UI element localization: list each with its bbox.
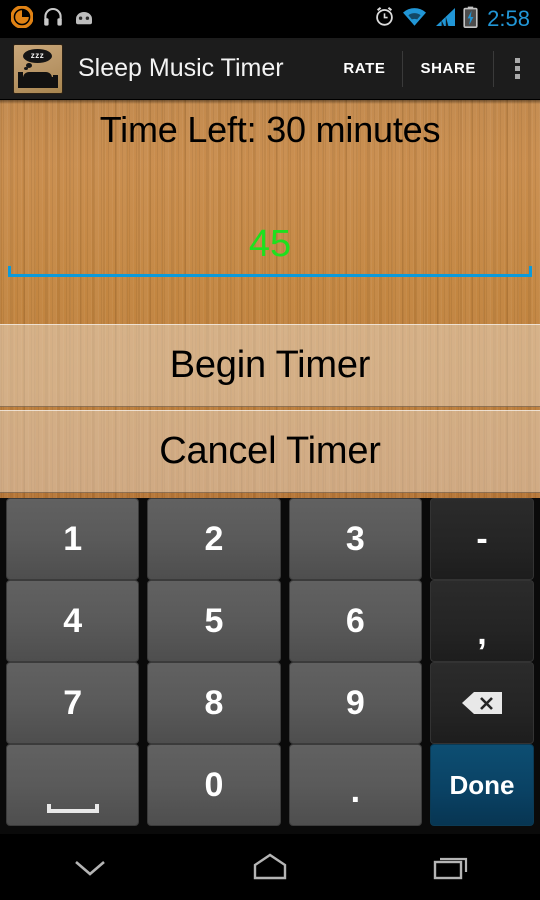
status-bar: 2:58 (0, 0, 540, 38)
key-0[interactable]: 0 (147, 744, 281, 826)
keyboard-row: 123- (0, 498, 540, 580)
battery-charging-icon (463, 6, 478, 33)
key-done[interactable]: Done (429, 744, 534, 826)
key-space[interactable] (6, 744, 140, 826)
overflow-dot-icon (514, 66, 520, 71)
music-app-icon (10, 4, 34, 33)
cellular-signal-icon (434, 7, 456, 32)
overflow-dot-icon (514, 58, 520, 63)
alarm-clock-icon (374, 6, 395, 32)
status-bar-notification-icons (0, 4, 95, 33)
minutes-input[interactable] (8, 215, 532, 277)
key-8[interactable]: 8 (147, 662, 281, 744)
numeric-keyboard: 1 2 3-4 5 6, 7 8 9 0. Done (0, 498, 540, 834)
nav-recents-button[interactable] (360, 834, 540, 900)
sleep-music-timer-app-icon: zzz (13, 43, 63, 94)
bed-base-shape (19, 76, 56, 88)
page-title: Sleep Music Timer (78, 54, 284, 82)
action-bar-items: RATE SHARE (326, 38, 540, 100)
key-1[interactable]: 1 (6, 498, 140, 580)
nav-home-button[interactable] (180, 834, 360, 900)
rate-button[interactable]: RATE (326, 38, 402, 100)
zzz-thought-bubble: zzz (23, 48, 52, 63)
action-bar: zzz Sleep Music Timer RATE SHARE (0, 38, 540, 100)
key-backspace[interactable] (429, 662, 534, 744)
navigation-bar (0, 834, 540, 900)
keyboard-row: 456, (0, 580, 540, 662)
time-left-label: Time Left: 30 minutes (99, 109, 441, 150)
keyboard-row: 789 (0, 662, 540, 744)
key-period[interactable]: . (288, 744, 422, 826)
key-3[interactable]: 3 (288, 498, 422, 580)
wifi-icon (402, 7, 427, 32)
backspace-icon (461, 692, 502, 714)
thought-bubble-medium-dot (26, 62, 32, 68)
keyboard-row: 0. Done (0, 744, 540, 826)
key-9[interactable]: 9 (288, 662, 422, 744)
android-phone-screen: 2:58 zzz Sleep Music Timer RATE SHARE Ti… (0, 0, 540, 900)
share-button[interactable]: SHARE (403, 38, 493, 100)
key-7[interactable]: 7 (6, 662, 140, 744)
key-5[interactable]: 5 (147, 580, 281, 662)
overflow-dot-icon (514, 74, 520, 79)
status-bar-system-icons: 2:58 (374, 6, 540, 33)
status-bar-clock: 2:58 (487, 6, 530, 31)
key-4[interactable]: 4 (6, 580, 140, 662)
begin-timer-button[interactable]: Begin Timer (0, 324, 540, 407)
overflow-menu-button[interactable] (494, 38, 540, 100)
cancel-timer-button[interactable]: Cancel Timer (0, 410, 540, 493)
key-6[interactable]: 6 (288, 580, 422, 662)
main-content: Time Left: 30 minutes Begin Timer Cancel… (0, 100, 540, 498)
headphones-icon (42, 6, 64, 33)
key-comma[interactable]: , (429, 580, 534, 662)
input-underline-right-tick (529, 266, 532, 277)
key-dash[interactable]: - (429, 498, 534, 580)
input-underline-left-tick (8, 266, 11, 277)
zzz-text: zzz (30, 50, 45, 60)
nav-hide-keyboard-button[interactable] (0, 834, 180, 900)
space-bar-icon (46, 804, 99, 813)
sleeping-person-shape (23, 71, 52, 78)
android-head-icon (73, 8, 95, 31)
key-2[interactable]: 2 (147, 498, 281, 580)
